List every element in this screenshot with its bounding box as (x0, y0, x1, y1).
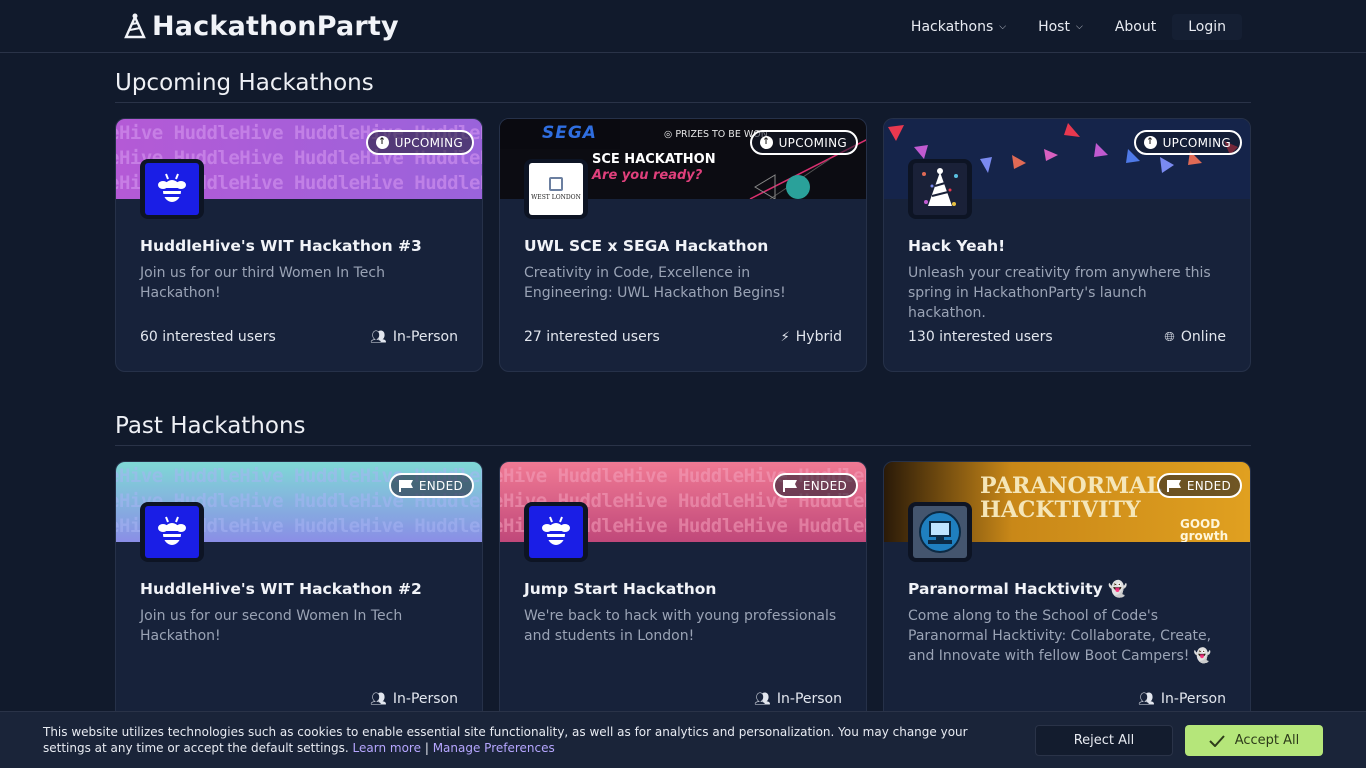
card-footer: 👥︎ In-Person (140, 691, 458, 707)
card-description: Come along to the School of Code's Paran… (908, 608, 1212, 664)
status-badge: ↑ UPCOMING (365, 130, 474, 155)
card-description: Join us for our second Women In Tech Hac… (140, 608, 403, 644)
users-icon: 👥︎ (1138, 691, 1155, 707)
arrow-up-circle-icon: ↑ (375, 136, 389, 149)
upcoming-section-title: Upcoming Hackathons (115, 70, 1251, 103)
avatar (908, 502, 972, 562)
card-title: UWL SCE x SEGA Hackathon (524, 237, 769, 255)
banner-headline: PARANORMAL HACKTIVITY (980, 473, 1162, 523)
banner-headline: SCE HACKATHON (592, 152, 716, 167)
card-title: Jump Start Hackathon (524, 580, 717, 598)
bee-icon (529, 506, 583, 558)
chevron-down-icon: ⌵ (1075, 22, 1083, 32)
reject-all-button[interactable]: Reject All (1035, 725, 1173, 756)
link-separator: | (424, 741, 429, 755)
card-title: HuddleHive's WIT Hackathon #2 (140, 580, 422, 598)
flag-icon (398, 479, 413, 492)
hackathon-card[interactable]: SEGA ◎ PRIZES TO BE WON SCE HACKATHON Ar… (499, 118, 867, 372)
event-mode: 👥︎ In-Person (1138, 691, 1226, 707)
cookie-message: This website utilizes technologies such … (43, 725, 968, 755)
lightning-icon: ⚡︎ (780, 329, 790, 345)
card-footer: 130 interested users 🌐︎ Online (908, 329, 1226, 345)
learn-more-link[interactable]: Learn more (353, 741, 421, 755)
card-title: Paranormal Hacktivity 👻 (908, 580, 1128, 598)
card-title: Hack Yeah! (908, 237, 1006, 255)
users-icon: 👥︎ (370, 329, 387, 345)
chevron-down-icon: ⌵ (999, 22, 1007, 32)
event-mode: 👥︎ In-Person (754, 691, 842, 707)
users-icon: 👥︎ (370, 691, 387, 707)
card-description: Unleash your creativity from anywhere th… (908, 265, 1211, 321)
nav-about-link[interactable]: About (1099, 14, 1172, 40)
bee-icon (145, 163, 199, 215)
interested-count: 60 interested users (140, 329, 276, 345)
avatar (140, 159, 204, 219)
brand-name: HackathonParty (152, 10, 399, 42)
interested-count: 130 interested users (908, 329, 1053, 345)
banner-subline: Are you ready? (592, 168, 703, 183)
avatar (908, 159, 972, 219)
hackathon-card[interactable]: PARANORMAL HACKTIVITY GOOD growth ENDED … (883, 461, 1251, 731)
checkmark-icon (1209, 734, 1225, 747)
hackathon-card[interactable]: eHive HuddleHive HuddleHive HuddleHive e… (115, 461, 483, 731)
brand-logo[interactable]: HackathonParty (124, 8, 399, 44)
party-hat-icon (913, 163, 967, 215)
card-title: HuddleHive's WIT Hackathon #3 (140, 237, 422, 255)
banner-sponsor: GOOD growth (1180, 517, 1229, 542)
arrow-up-circle-icon: ↑ (1143, 136, 1157, 149)
cookie-consent-bar: This website utilizes technologies such … (0, 711, 1366, 768)
status-badge: ↑ UPCOMING (749, 130, 858, 155)
status-badge: ENDED (772, 473, 858, 498)
event-mode: 👥︎ In-Person (370, 691, 458, 707)
nav-links: Hackathons ⌵ Host ⌵ About Login (895, 14, 1242, 40)
avatar: WEST LONDON (524, 159, 588, 219)
school-of-code-logo (913, 506, 967, 558)
flag-icon (782, 479, 797, 492)
login-button[interactable]: Login (1172, 14, 1242, 40)
past-section-title: Past Hackathons (115, 413, 1251, 446)
card-description: Creativity in Code, Excellence in Engine… (524, 265, 786, 301)
event-mode: 🌐︎ Online (1164, 329, 1226, 345)
hackathon-card[interactable]: eHive HuddleHive HuddleHive HuddleHive e… (499, 461, 867, 731)
sega-logo: SEGA (542, 123, 597, 143)
hackathon-card[interactable]: ↑ UPCOMING Hack Yeah! Unleash your creat… (883, 118, 1251, 372)
status-badge: ENDED (388, 473, 474, 498)
avatar (524, 502, 588, 562)
interested-count: 27 interested users (524, 329, 660, 345)
accept-all-button[interactable]: Accept All (1185, 725, 1323, 756)
status-badge: ENDED (1156, 473, 1242, 498)
nav-host-dropdown[interactable]: Host ⌵ (1022, 14, 1099, 40)
users-icon: 👥︎ (754, 691, 771, 707)
event-mode: ⚡︎ Hybrid (780, 329, 842, 345)
nav-hackathons-label: Hackathons (910, 19, 994, 35)
card-description: We're back to hack with young profession… (524, 608, 837, 644)
bee-icon (145, 506, 199, 558)
arrow-up-circle-icon: ↑ (759, 136, 773, 149)
party-hat-icon (124, 13, 146, 39)
avatar (140, 502, 204, 562)
card-footer: 👥︎ In-Person (524, 691, 842, 707)
flag-icon (1166, 479, 1181, 492)
top-navbar: HackathonParty Hackathons ⌵ Host ⌵ About… (0, 0, 1366, 53)
university-logo: WEST LONDON (529, 163, 583, 215)
status-badge: ↑ UPCOMING (1133, 130, 1242, 155)
globe-icon: 🌐︎ (1164, 329, 1175, 345)
card-footer: 60 interested users 👥︎ In-Person (140, 329, 458, 345)
card-footer: 27 interested users ⚡︎ Hybrid (524, 329, 842, 345)
manage-preferences-link[interactable]: Manage Preferences (433, 741, 555, 755)
hackathon-card[interactable]: eHive HuddleHive HuddleHive HuddleHive e… (115, 118, 483, 372)
event-mode: 👥︎ In-Person (370, 329, 458, 345)
card-footer: 👥︎ In-Person (908, 691, 1226, 707)
card-description: Join us for our third Women In Tech Hack… (140, 265, 385, 301)
nav-host-label: Host (1038, 19, 1070, 35)
nav-hackathons-dropdown[interactable]: Hackathons ⌵ (895, 14, 1022, 40)
